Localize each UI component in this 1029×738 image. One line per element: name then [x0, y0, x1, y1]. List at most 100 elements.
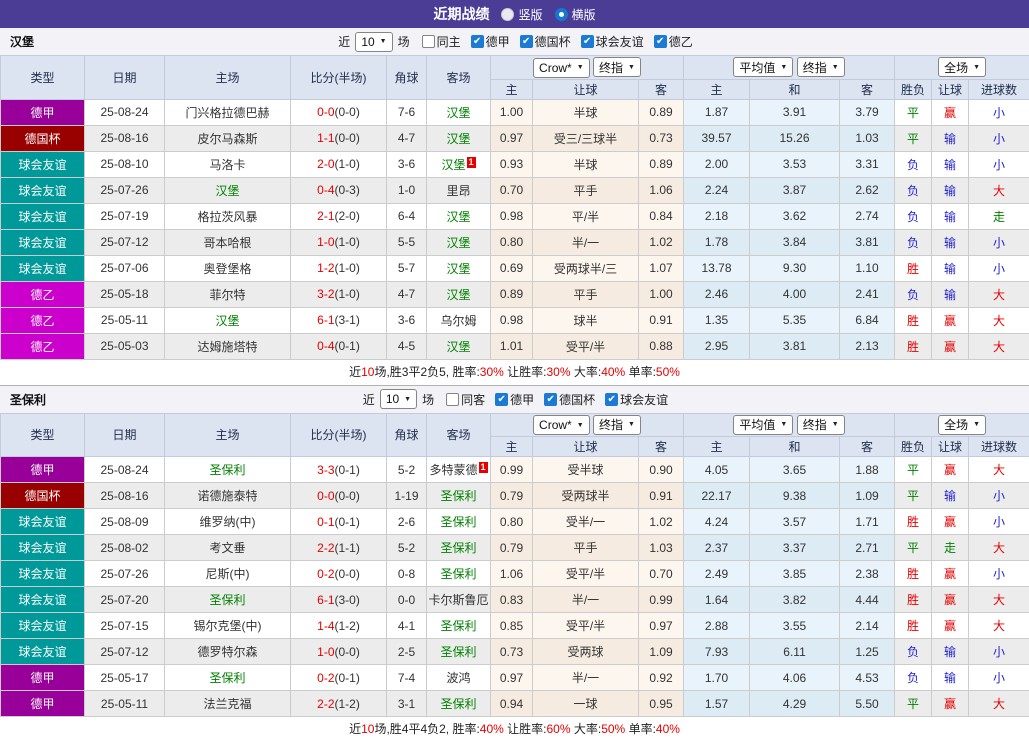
match-row: 球会友谊 25-07-19 格拉茨风暴 2-1(2-0) 6-4 汉堡 0.98 平/半 0.8…: [0, 202, 1029, 230]
result-goals: 大: [968, 612, 1029, 639]
league-checkbox[interactable]: ✔ 球会友谊: [580, 33, 644, 50]
odds-company-select[interactable]: Crow* ▼: [533, 57, 590, 78]
match-row: 德甲 25-08-24 圣保利 3-3(0-1) 5-2 多特蒙德 1 0.99 受半球 0.90…: [0, 456, 1029, 483]
league-checkbox[interactable]: ✔ 德甲: [470, 33, 510, 50]
match-date: 25-05-18: [84, 280, 165, 308]
handicap-line: 受两球半/三: [532, 254, 639, 282]
summary-segment: 大率:: [570, 722, 602, 736]
odds-time-select[interactable]: 终指 ▼: [593, 57, 641, 77]
avg-away-odds: 5.50: [839, 690, 896, 717]
handicap-line: 平/半: [532, 202, 639, 230]
avg-away-odds: 1.10: [839, 254, 896, 282]
corner-count: 0-0: [386, 586, 427, 613]
odds-company-select[interactable]: Crow* ▼: [533, 415, 590, 435]
result-winloss: 负: [894, 280, 933, 308]
result-winloss: 负: [894, 664, 933, 691]
scope-select[interactable]: 全场 ▼: [938, 57, 987, 78]
result-goals: 小: [968, 98, 1029, 126]
summary-segment: 40%: [655, 722, 680, 736]
result-handicap: 输: [931, 202, 970, 230]
handicap-home-odds: 0.70: [490, 176, 533, 204]
result-handicap: 输: [931, 280, 970, 308]
away-team: 卡尔斯鲁厄: [426, 586, 491, 613]
avg-away-odds: 1.09: [839, 482, 896, 509]
same-venue-checkbox[interactable]: 同客: [446, 391, 485, 408]
avg-home-odds: 2.88: [683, 612, 751, 639]
avg-away-odds: 4.44: [839, 586, 896, 613]
score-cell: 0-2(0-1): [290, 664, 387, 691]
home-team: 门兴格拉德巴赫: [164, 98, 291, 126]
filter-near-label: 近: [362, 392, 375, 407]
summary-segment: 50%: [601, 722, 626, 736]
league-label: 德甲: [510, 392, 535, 407]
summary-segment: 50%: [655, 364, 680, 379]
match-row: 德国杯 25-08-16 诺德施泰特 0-0(0-0) 1-19 圣保利 0.79 受两球半 0…: [0, 482, 1029, 509]
avg-away-odds: 1.71: [839, 508, 896, 535]
average-time-select[interactable]: 终指 ▼: [796, 414, 845, 435]
same-venue-checkbox[interactable]: 同主: [421, 33, 461, 50]
result-handicap: 输: [931, 124, 970, 152]
result-goals: 走: [968, 202, 1029, 230]
handicap-away-odds: 0.95: [637, 690, 685, 717]
handicap-line: 受两球半: [532, 482, 639, 509]
avg-home-odds: 13.78: [683, 254, 751, 282]
recent-games-select[interactable]: 10 ▼: [379, 389, 418, 409]
radio-vertical-layout[interactable]: 竖版: [501, 6, 543, 23]
handicap-line: 半/一: [532, 586, 639, 613]
col-handicap-home: 主: [490, 436, 533, 457]
result-goals: 小: [968, 664, 1029, 691]
avg-draw-odds: 9.30: [749, 254, 841, 282]
match-date: 25-05-11: [84, 690, 165, 717]
avg-home-odds: 1.57: [683, 690, 751, 717]
radio-vertical-label: 竖版: [518, 7, 543, 22]
radio-horizontal-layout[interactable]: 横版: [554, 6, 596, 23]
avg-away-odds: 3.79: [839, 98, 896, 126]
league-checkbox[interactable]: ✔ 德乙: [653, 33, 693, 50]
handicap-line: 半/一: [532, 228, 639, 256]
col-result-handicap: 让球: [931, 436, 970, 457]
match-row: 德乙 25-05-18 菲尔特 3-2(1-0) 4-7 汉堡 0.89 平手 1.00 2.46…: [0, 280, 1029, 308]
col-avg-away: 客: [839, 78, 896, 100]
league-checkbox[interactable]: ✔ 德国杯: [519, 33, 571, 50]
league-checkbox[interactable]: ✔ 德甲: [495, 391, 534, 408]
match-row: 德国杯 25-08-16 皮尔马森斯 1-1(0-0) 4-7 汉堡 0.97 受三/三球半 0…: [0, 124, 1029, 152]
col-result-handicap: 让球: [931, 78, 970, 100]
result-winloss: 胜: [894, 612, 933, 639]
handicap-line: 球半: [532, 306, 639, 334]
avg-home-odds: 22.17: [683, 482, 751, 509]
score-cell: 2-2(1-1): [290, 534, 387, 561]
league-checkbox[interactable]: ✔ 球会友谊: [605, 391, 668, 408]
match-date: 25-07-12: [84, 638, 165, 665]
avg-home-odds: 2.95: [683, 332, 751, 360]
chevron-down-icon: ▼: [628, 63, 635, 71]
average-select[interactable]: 平均值 ▼: [733, 57, 794, 78]
corner-count: 5-5: [386, 228, 427, 256]
average-time-select[interactable]: 终指 ▼: [796, 57, 845, 78]
team-section-hamburg: 汉堡 近 10 ▼ 场同主 ✔ 德甲 ✔ 德国杯 ✔ 球会友谊 ✔ 德乙 类型 日期 主场 比分(半场…: [0, 28, 1029, 386]
home-team: 奥登堡格: [164, 254, 291, 282]
away-team: 汉堡: [426, 332, 491, 360]
corner-count: 7-6: [386, 98, 427, 126]
matches-table-body: 德甲 25-08-24 圣保利 3-3(0-1) 5-2 多特蒙德 1 0.99 受半球 0.90…: [0, 456, 1029, 717]
average-select[interactable]: 平均值 ▼: [733, 414, 794, 435]
away-team: 汉堡 1: [426, 150, 491, 178]
league-checkbox[interactable]: ✔ 德国杯: [544, 391, 595, 408]
score-cell: 0-0(0-0): [290, 482, 387, 509]
team-name: 汉堡: [10, 35, 35, 49]
scope-select[interactable]: 全场 ▼: [938, 414, 987, 435]
handicap-away-odds: 0.97: [637, 612, 685, 639]
filter-near-label: 近: [338, 35, 351, 49]
away-team: 汉堡: [426, 124, 491, 152]
match-date: 25-07-20: [84, 586, 165, 613]
handicap-away-odds: 0.91: [637, 482, 685, 509]
odds-time-select[interactable]: 终指 ▼: [593, 414, 641, 435]
handicap-group-header: Crow* ▼ 终指 ▼: [489, 412, 685, 437]
match-row: 球会友谊 25-07-26 尼斯(中) 0-2(0-0) 0-8 圣保利 1.06 受平/半 0…: [0, 560, 1029, 587]
score-cell: 2-2(1-2): [290, 690, 387, 717]
chevron-down-icon: ▼: [973, 421, 981, 429]
match-date: 25-05-11: [84, 306, 165, 334]
checkbox-checked-icon: ✔: [605, 392, 619, 406]
home-team: 考文垂: [164, 534, 291, 561]
radio-unselected-icon: [501, 7, 515, 21]
recent-games-select[interactable]: 10 ▼: [355, 31, 393, 52]
